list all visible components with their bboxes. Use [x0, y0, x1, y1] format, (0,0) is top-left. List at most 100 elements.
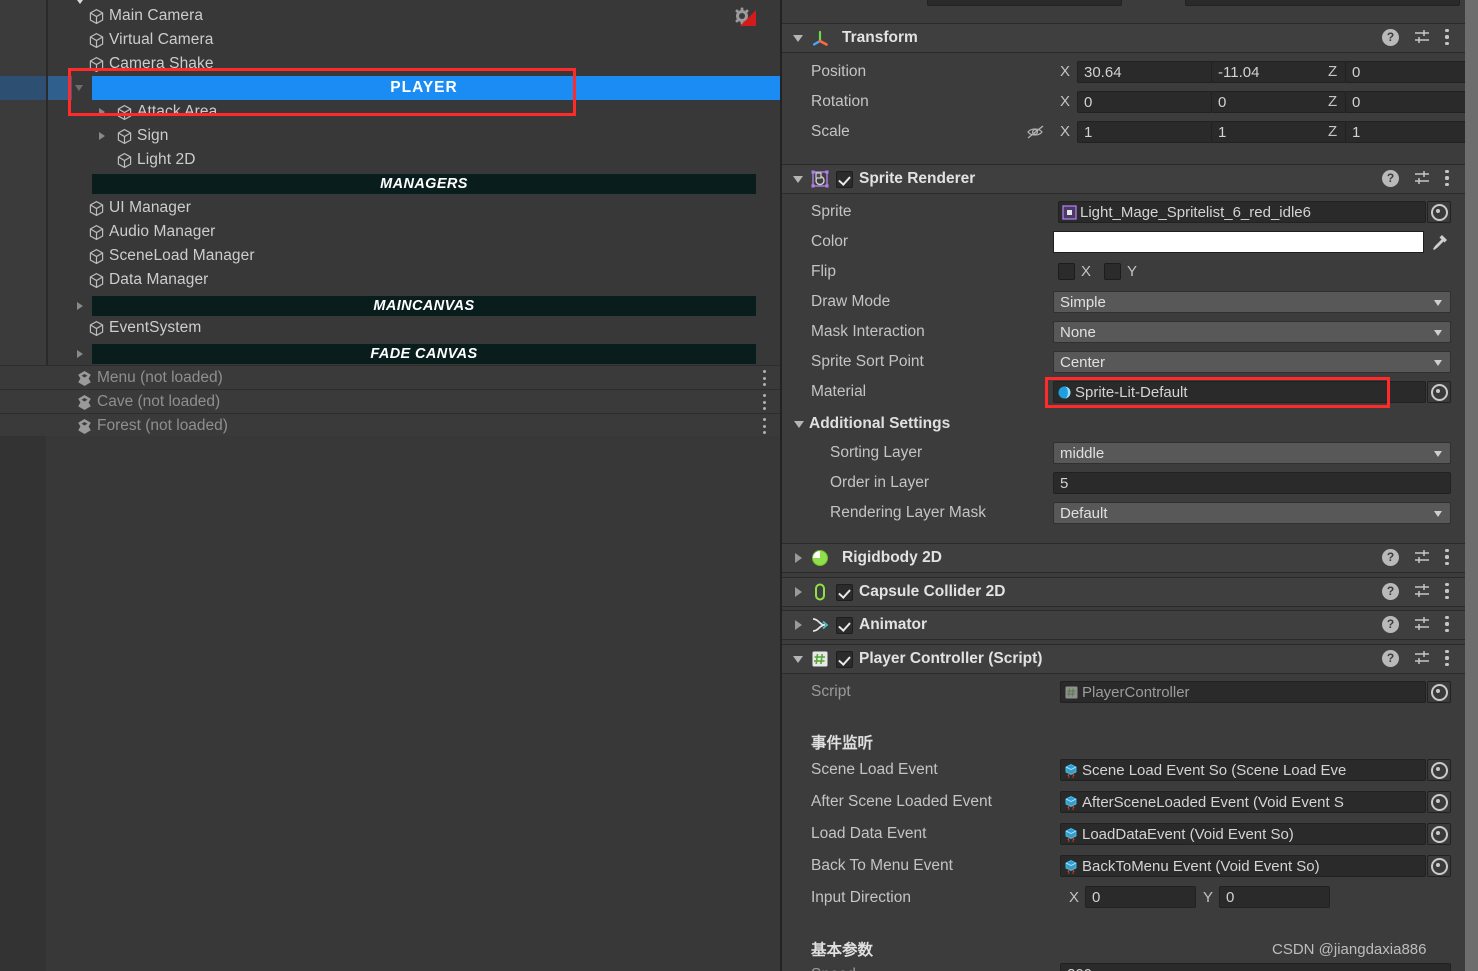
constrain-proportions-off-icon[interactable] — [1026, 124, 1044, 140]
component-header-player-controller[interactable]: Player Controller (Script) ? — [782, 644, 1465, 674]
position-y-input[interactable]: -11.04 — [1211, 61, 1346, 83]
preset-settings-icon[interactable] — [1413, 615, 1431, 633]
axis-x-label: X — [1060, 123, 1071, 140]
hierarchy-row-camera-shake[interactable]: Camera Shake — [0, 52, 780, 76]
component-context-menu-icon[interactable] — [1445, 583, 1449, 599]
help-icon[interactable]: ? — [1382, 615, 1399, 633]
after-scene-loaded-event-field[interactable]: {} AfterSceneLoaded Event (Void Event S — [1060, 791, 1426, 813]
help-icon[interactable]: ? — [1382, 582, 1399, 600]
foldout-icon[interactable] — [790, 650, 808, 668]
after-scene-loaded-event-picker-button[interactable] — [1427, 791, 1451, 813]
sprite-object-picker-button[interactable] — [1427, 201, 1451, 223]
preset-settings-icon[interactable] — [1413, 548, 1431, 566]
hierarchy-row-sign[interactable]: Sign — [0, 124, 780, 148]
foldout-icon[interactable] — [96, 105, 110, 119]
preset-settings-icon[interactable] — [1413, 169, 1431, 187]
foldout-icon[interactable] — [790, 549, 808, 567]
component-context-menu-icon[interactable] — [1445, 170, 1449, 186]
mask-interaction-dropdown[interactable]: None — [1053, 321, 1451, 343]
hierarchy-row-attack-area[interactable]: Attack Area — [0, 100, 780, 124]
scene-load-event-picker-button[interactable] — [1427, 759, 1451, 781]
capsule-collider-enabled-checkbox[interactable] — [836, 583, 853, 601]
hierarchy-row-data-manager[interactable]: Data Manager — [0, 268, 780, 292]
rotation-y-input[interactable]: 0 — [1211, 91, 1346, 113]
hierarchy-row-main-camera[interactable]: Main Camera — [0, 4, 780, 28]
component-header-capsule-collider-2d[interactable]: Capsule Collider 2D ? — [782, 577, 1465, 607]
help-icon[interactable]: ? — [1382, 649, 1399, 667]
preset-settings-icon[interactable] — [1413, 28, 1431, 46]
input-direction-label: Input Direction — [811, 889, 911, 906]
hierarchy-row-player[interactable]: PLAYER — [92, 76, 756, 100]
foldout-placeholder — [74, 33, 88, 47]
help-icon[interactable]: ? — [1382, 169, 1399, 187]
preset-settings-icon[interactable] — [1413, 649, 1431, 667]
help-icon[interactable]: ? — [1382, 548, 1399, 566]
hierarchy-row-sceneload-manager[interactable]: SceneLoad Manager — [0, 244, 780, 268]
flip-y-checkbox[interactable] — [1104, 263, 1121, 280]
scene-load-event-field[interactable]: {} Scene Load Event So (Scene Load Eve — [1060, 759, 1426, 781]
hierarchy-row-maincanvas[interactable]: MAINCANVAS — [0, 294, 780, 318]
sprite-object-field[interactable]: Light_Mage_Spritelist_6_red_idle6 — [1058, 201, 1426, 223]
preset-settings-icon[interactable] — [1413, 582, 1431, 600]
hierarchy-scene-row-cave[interactable]: Cave (not loaded) — [0, 389, 780, 415]
hierarchy-scene-row-menu[interactable]: Menu (not loaded) — [0, 365, 780, 391]
hierarchy-row-virtual-camera[interactable]: Virtual Camera — [0, 28, 780, 52]
scene-context-menu-icon[interactable] — [762, 418, 766, 434]
color-swatch-field[interactable] — [1053, 231, 1424, 253]
component-header-transform[interactable]: Transform ? — [782, 23, 1465, 53]
scale-z-input[interactable]: 1 — [1345, 121, 1478, 143]
inspector-scrollbar[interactable] — [1465, 0, 1478, 971]
foldout-icon[interactable] — [790, 583, 808, 601]
player-controller-enabled-checkbox[interactable] — [836, 650, 853, 668]
foldout-icon[interactable] — [790, 29, 808, 47]
hierarchy-row-light-2d[interactable]: Light 2D — [0, 148, 780, 172]
speed-input[interactable]: 200 — [1060, 963, 1451, 971]
material-object-field[interactable]: Sprite-Lit-Default — [1053, 381, 1426, 403]
load-data-event-picker-button[interactable] — [1427, 823, 1451, 845]
animator-enabled-checkbox[interactable] — [836, 616, 853, 634]
hierarchy-row-audio-manager[interactable]: Audio Manager — [0, 220, 780, 244]
foldout-icon[interactable] — [96, 129, 110, 143]
component-context-menu-icon[interactable] — [1445, 650, 1449, 666]
back-to-menu-event-picker-button[interactable] — [1427, 855, 1451, 877]
sprite-renderer-enabled-checkbox[interactable] — [836, 170, 853, 188]
top-partial-field-2[interactable] — [1185, 0, 1460, 6]
hierarchy-row-fade-canvas[interactable]: FADE CANVAS — [0, 342, 780, 366]
material-object-picker-button[interactable] — [1427, 381, 1451, 403]
scriptable-object-icon: {} — [1064, 763, 1079, 779]
sorting-layer-dropdown[interactable]: middle — [1053, 442, 1451, 464]
scene-context-menu-icon[interactable] — [762, 394, 766, 410]
hierarchy-row-eventsystem[interactable]: EventSystem — [0, 316, 780, 340]
component-header-sprite-renderer[interactable]: Sprite Renderer ? — [782, 164, 1465, 194]
position-x-input[interactable]: 30.64 — [1077, 61, 1212, 83]
sprite-label: Sprite — [811, 203, 852, 220]
order-in-layer-input[interactable]: 5 — [1053, 472, 1451, 494]
rotation-x-input[interactable]: 0 — [1077, 91, 1212, 113]
load-data-event-field[interactable]: {} LoadDataEvent (Void Event So) — [1060, 823, 1426, 845]
rotation-z-input[interactable]: 0 — [1345, 91, 1478, 113]
flip-x-checkbox[interactable] — [1058, 263, 1075, 280]
component-context-menu-icon[interactable] — [1445, 616, 1449, 632]
foldout-icon[interactable] — [790, 170, 808, 188]
foldout-icon[interactable] — [790, 616, 808, 634]
scene-context-menu-icon[interactable] — [762, 370, 766, 386]
input-direction-x-input[interactable]: 0 — [1085, 886, 1196, 908]
component-header-animator[interactable]: Animator ? — [782, 610, 1465, 640]
input-direction-y-input[interactable]: 0 — [1219, 886, 1330, 908]
position-z-input[interactable]: 0 — [1345, 61, 1478, 83]
top-partial-field-1[interactable] — [927, 0, 1122, 6]
component-header-rigidbody-2d[interactable]: Rigidbody 2D ? — [782, 543, 1465, 573]
scale-y-input[interactable]: 1 — [1211, 121, 1346, 143]
help-icon[interactable]: ? — [1382, 28, 1399, 46]
back-to-menu-event-field[interactable]: {} BackToMenu Event (Void Event So) — [1060, 855, 1426, 877]
sprite-sort-point-dropdown[interactable]: Center — [1053, 351, 1451, 373]
draw-mode-dropdown[interactable]: Simple — [1053, 291, 1451, 313]
component-context-menu-icon[interactable] — [1445, 29, 1449, 45]
additional-settings-foldout-icon[interactable] — [794, 421, 804, 428]
eyedropper-icon[interactable] — [1430, 232, 1450, 252]
hierarchy-row-ui-manager[interactable]: UI Manager — [0, 196, 780, 220]
scale-x-input[interactable]: 1 — [1077, 121, 1212, 143]
component-context-menu-icon[interactable] — [1445, 549, 1449, 565]
rendering-layer-mask-dropdown[interactable]: Default — [1053, 502, 1451, 524]
hierarchy-row-managers[interactable]: MANAGERS — [0, 172, 780, 196]
